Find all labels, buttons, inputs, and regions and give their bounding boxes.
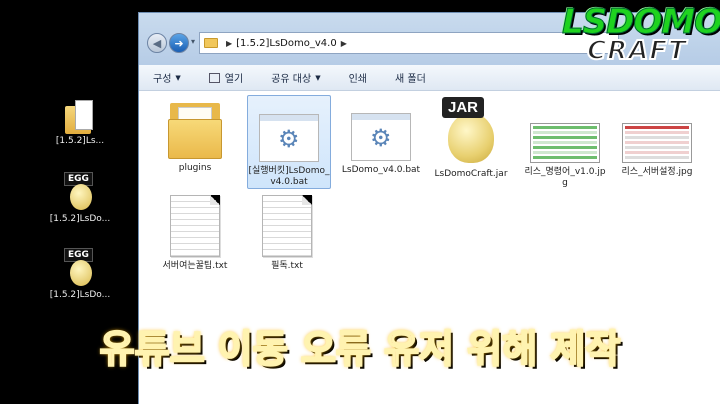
- folder-icon: [168, 97, 222, 159]
- folder-icon: [204, 38, 218, 48]
- share-label: 공유 대상: [271, 74, 312, 85]
- batch-file-icon: ⚙: [351, 113, 411, 161]
- organize-menu[interactable]: 구성 ▼: [139, 70, 195, 86]
- jar-file-icon: JAR: [438, 97, 504, 165]
- chevron-right-icon[interactable]: ▶: [341, 39, 347, 48]
- file-name: LsDomoCraft.jar: [434, 169, 508, 179]
- file-name: [실행버킷]LsDomo_v4.0.bat: [248, 166, 330, 187]
- organize-label: 구성: [153, 74, 172, 85]
- file-name: plugins: [178, 163, 212, 173]
- print-button[interactable]: 인쇄: [335, 70, 381, 85]
- desktop-icon-label: [1.5.2]LsDo...: [49, 290, 111, 300]
- video-caption: 유튜브 이동 오류 유저 위해 제작: [99, 326, 622, 372]
- file-name: 리스_서버설정.jpg: [621, 167, 693, 177]
- arrow-left-icon: ◀: [152, 36, 162, 50]
- open-button[interactable]: 열기: [195, 70, 257, 85]
- file-item[interactable]: ⚙ [실행버킷]LsDomo_v4.0.bat: [247, 95, 331, 189]
- back-button[interactable]: ◀: [147, 33, 167, 53]
- new-folder-label: 새 폴더: [394, 74, 426, 85]
- desktop-icon-label: [1.5.2]Ls...: [55, 136, 105, 146]
- chevron-right-icon[interactable]: ▶: [226, 39, 232, 48]
- desktop-icon-egg-1[interactable]: EGG [1.5.2]LsDo...: [44, 172, 116, 224]
- history-dropdown-icon[interactable]: ▾: [191, 37, 195, 46]
- desktop-icon-egg-2[interactable]: EGG [1.5.2]LsDo...: [44, 248, 116, 300]
- file-item[interactable]: plugins: [153, 97, 237, 174]
- file-name: 리스_명령어_v1.0.jpg: [524, 167, 606, 188]
- open-icon: [208, 72, 220, 83]
- batch-file-icon: ⚙: [259, 114, 319, 162]
- text-file-icon: [170, 195, 220, 257]
- arrow-right-icon: ➜: [174, 36, 184, 50]
- egg-icon: EGG: [60, 248, 100, 288]
- logo: LSDOMO CRAFT: [562, 2, 720, 82]
- share-menu[interactable]: 공유 대상 ▼: [257, 70, 334, 86]
- file-item[interactable]: 리스_명령어_v1.0.jpg: [523, 123, 607, 189]
- file-item[interactable]: 리스_서버설정.jpg: [615, 123, 699, 178]
- file-item[interactable]: 필독.txt: [245, 195, 329, 272]
- forward-button[interactable]: ➜: [169, 33, 189, 53]
- caret-down-icon: ▼: [175, 73, 181, 82]
- file-item[interactable]: ⚙ LsDomo_v4.0.bat: [339, 113, 423, 176]
- address-bar[interactable]: ▶ [1.5.2]LsDomo_v4.0 ▶: [199, 32, 619, 54]
- file-item[interactable]: 서버여는꿀팁.txt: [153, 195, 237, 272]
- caret-down-icon: ▼: [315, 73, 321, 82]
- image-thumbnail-icon: [530, 123, 600, 163]
- image-thumbnail-icon: [622, 123, 692, 163]
- new-folder-button[interactable]: 새 폴더: [381, 70, 440, 85]
- text-file-icon: [262, 195, 312, 257]
- file-name: 서버여는꿀팁.txt: [162, 261, 228, 271]
- folder-icon: [65, 100, 95, 134]
- open-label: 열기: [224, 74, 244, 85]
- desktop-icon-label: [1.5.2]LsDo...: [49, 214, 111, 224]
- breadcrumb-folder[interactable]: [1.5.2]LsDomo_v4.0: [236, 38, 337, 49]
- file-item[interactable]: JAR LsDomoCraft.jar: [429, 97, 513, 180]
- file-name: LsDomo_v4.0.bat: [341, 165, 421, 175]
- file-name: 필독.txt: [271, 261, 303, 271]
- print-label: 인쇄: [348, 74, 367, 85]
- desktop-icon-folder[interactable]: [1.5.2]Ls...: [44, 100, 116, 146]
- egg-icon: EGG: [60, 172, 100, 212]
